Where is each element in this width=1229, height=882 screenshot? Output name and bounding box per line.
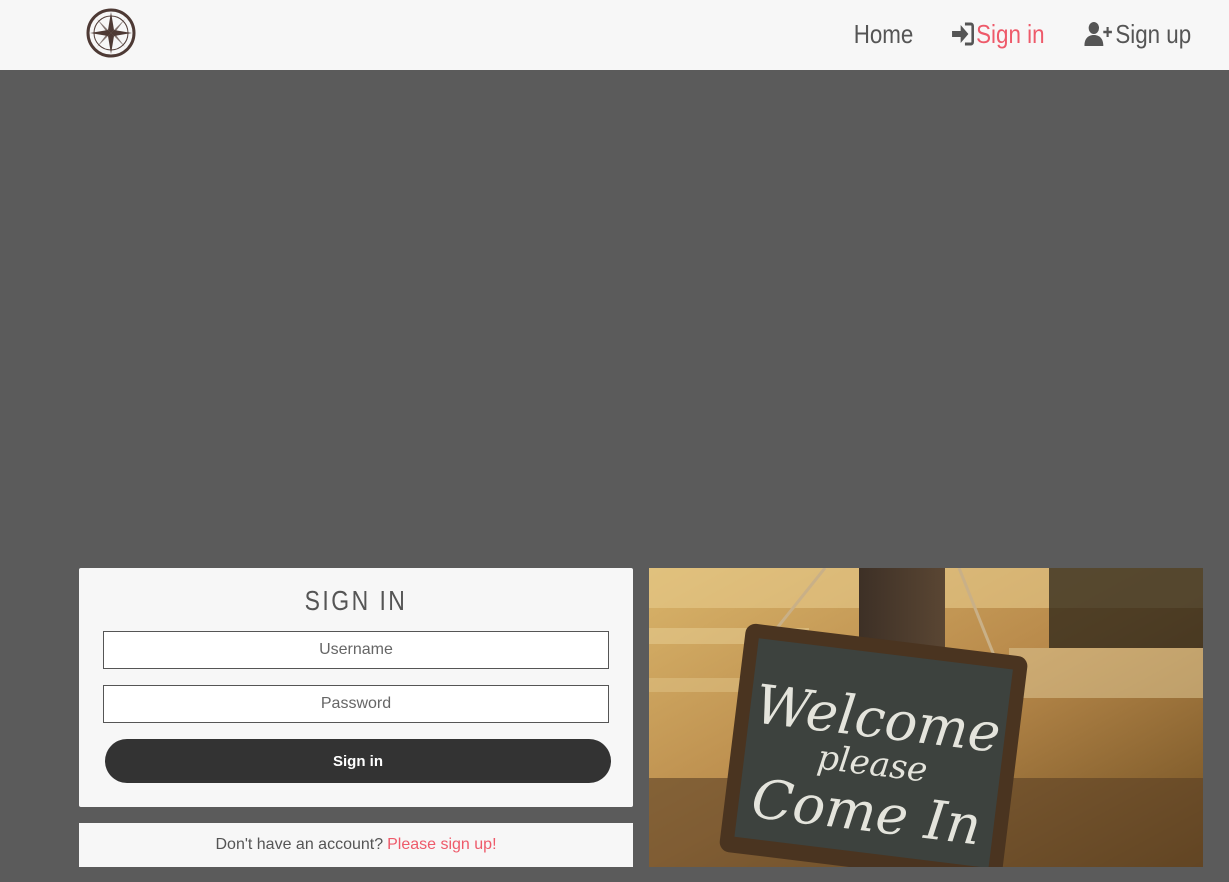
nav-links: Home Sign in Sign up	[844, 14, 1191, 54]
password-input[interactable]	[103, 685, 609, 723]
nav-signin-label: Sign in	[976, 18, 1045, 49]
user-plus-icon	[1084, 21, 1113, 47]
signup-prompt-card: Don't have an account? Please sign up!	[79, 823, 633, 867]
nav-home-link[interactable]: Home	[854, 19, 914, 50]
signin-submit-button[interactable]: Sign in	[105, 739, 611, 783]
username-input[interactable]	[103, 631, 609, 669]
nav-home-label: Home	[853, 18, 914, 49]
signup-link[interactable]: Please sign up!	[387, 836, 496, 854]
signin-title: SIGN IN	[304, 585, 408, 616]
compass-logo[interactable]	[84, 6, 138, 60]
sign-in-arrow-icon	[951, 22, 975, 46]
navbar: Home Sign in Sign up	[0, 0, 1229, 70]
nav-signin-link[interactable]: Sign in	[951, 19, 1045, 50]
nav-signup-link[interactable]: Sign up	[1084, 19, 1191, 50]
welcome-sign-image: Welcome please Come In	[649, 568, 1203, 867]
signup-prompt-text: Don't have an account?	[215, 836, 384, 853]
nav-signup-label: Sign up	[1115, 18, 1191, 49]
